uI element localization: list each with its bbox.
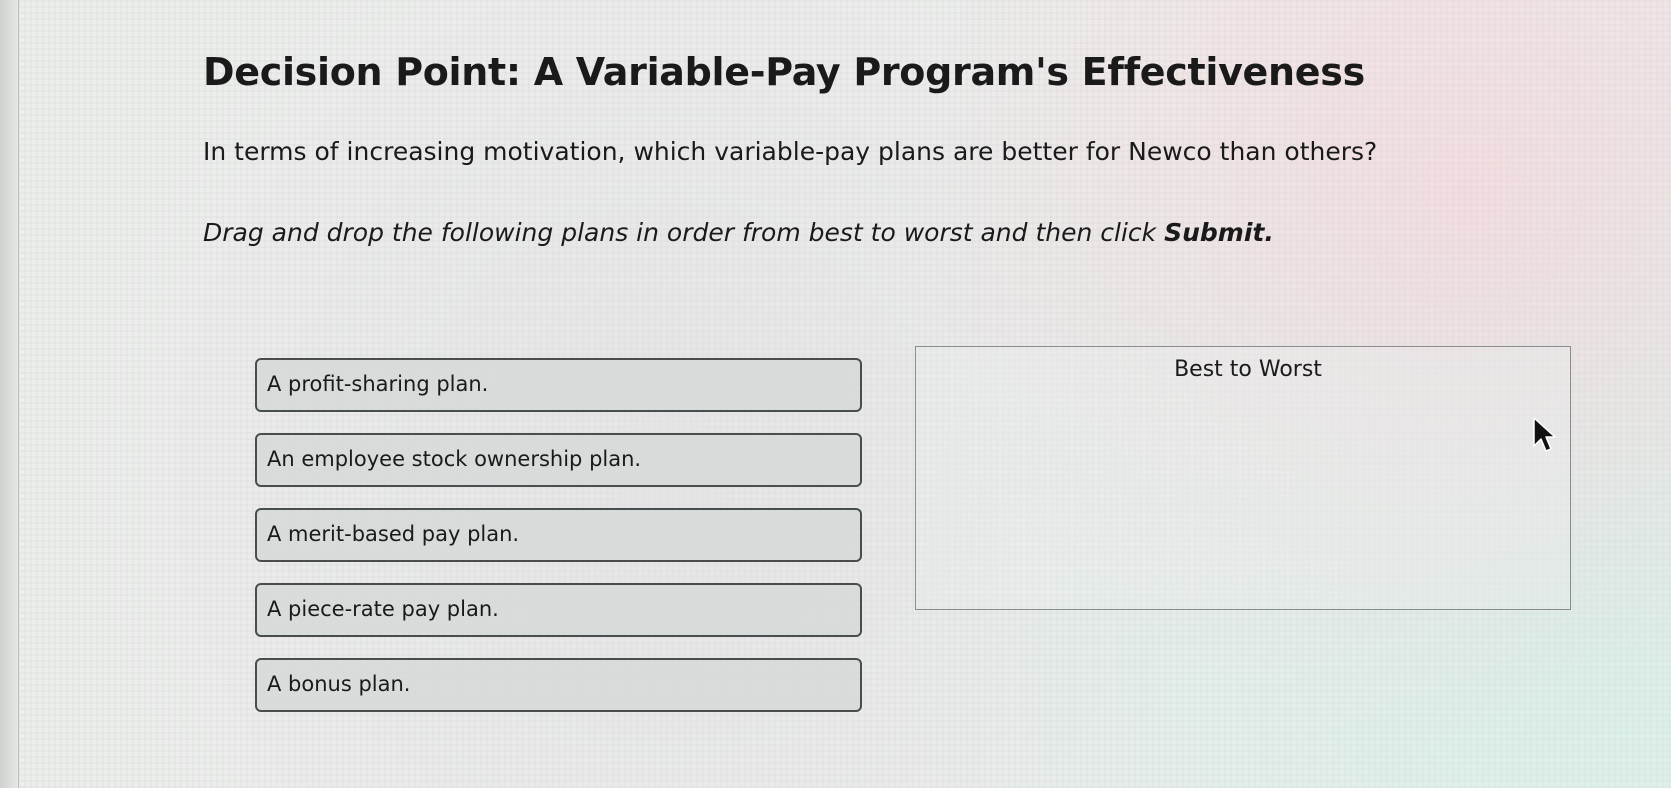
instruction-text: Drag and drop the following plans in ord…	[203, 218, 1274, 247]
instruction-submit-emphasis: Submit.	[1164, 218, 1274, 247]
draggable-plan-item[interactable]: A piece-rate pay plan.	[255, 583, 862, 637]
drop-zone-label: Best to Worst	[1174, 357, 1322, 382]
draggable-plan-item[interactable]: A bonus plan.	[255, 658, 862, 712]
draggable-plan-list: A profit-sharing plan. An employee stock…	[255, 358, 862, 733]
draggable-plan-item[interactable]: A merit-based pay plan.	[255, 508, 862, 562]
instruction-prefix: Drag and drop the following plans in ord…	[203, 218, 1165, 247]
draggable-plan-item[interactable]: An employee stock ownership plan.	[255, 433, 862, 487]
draggable-plan-item[interactable]: A profit-sharing plan.	[255, 358, 862, 412]
best-to-worst-drop-zone[interactable]: Best to Worst	[915, 346, 1571, 610]
window-left-edge	[0, 0, 19, 788]
page-title: Decision Point: A Variable-Pay Program's…	[203, 50, 1365, 94]
question-text: In terms of increasing motivation, which…	[203, 137, 1378, 166]
mouse-pointer-icon	[1533, 417, 1556, 452]
